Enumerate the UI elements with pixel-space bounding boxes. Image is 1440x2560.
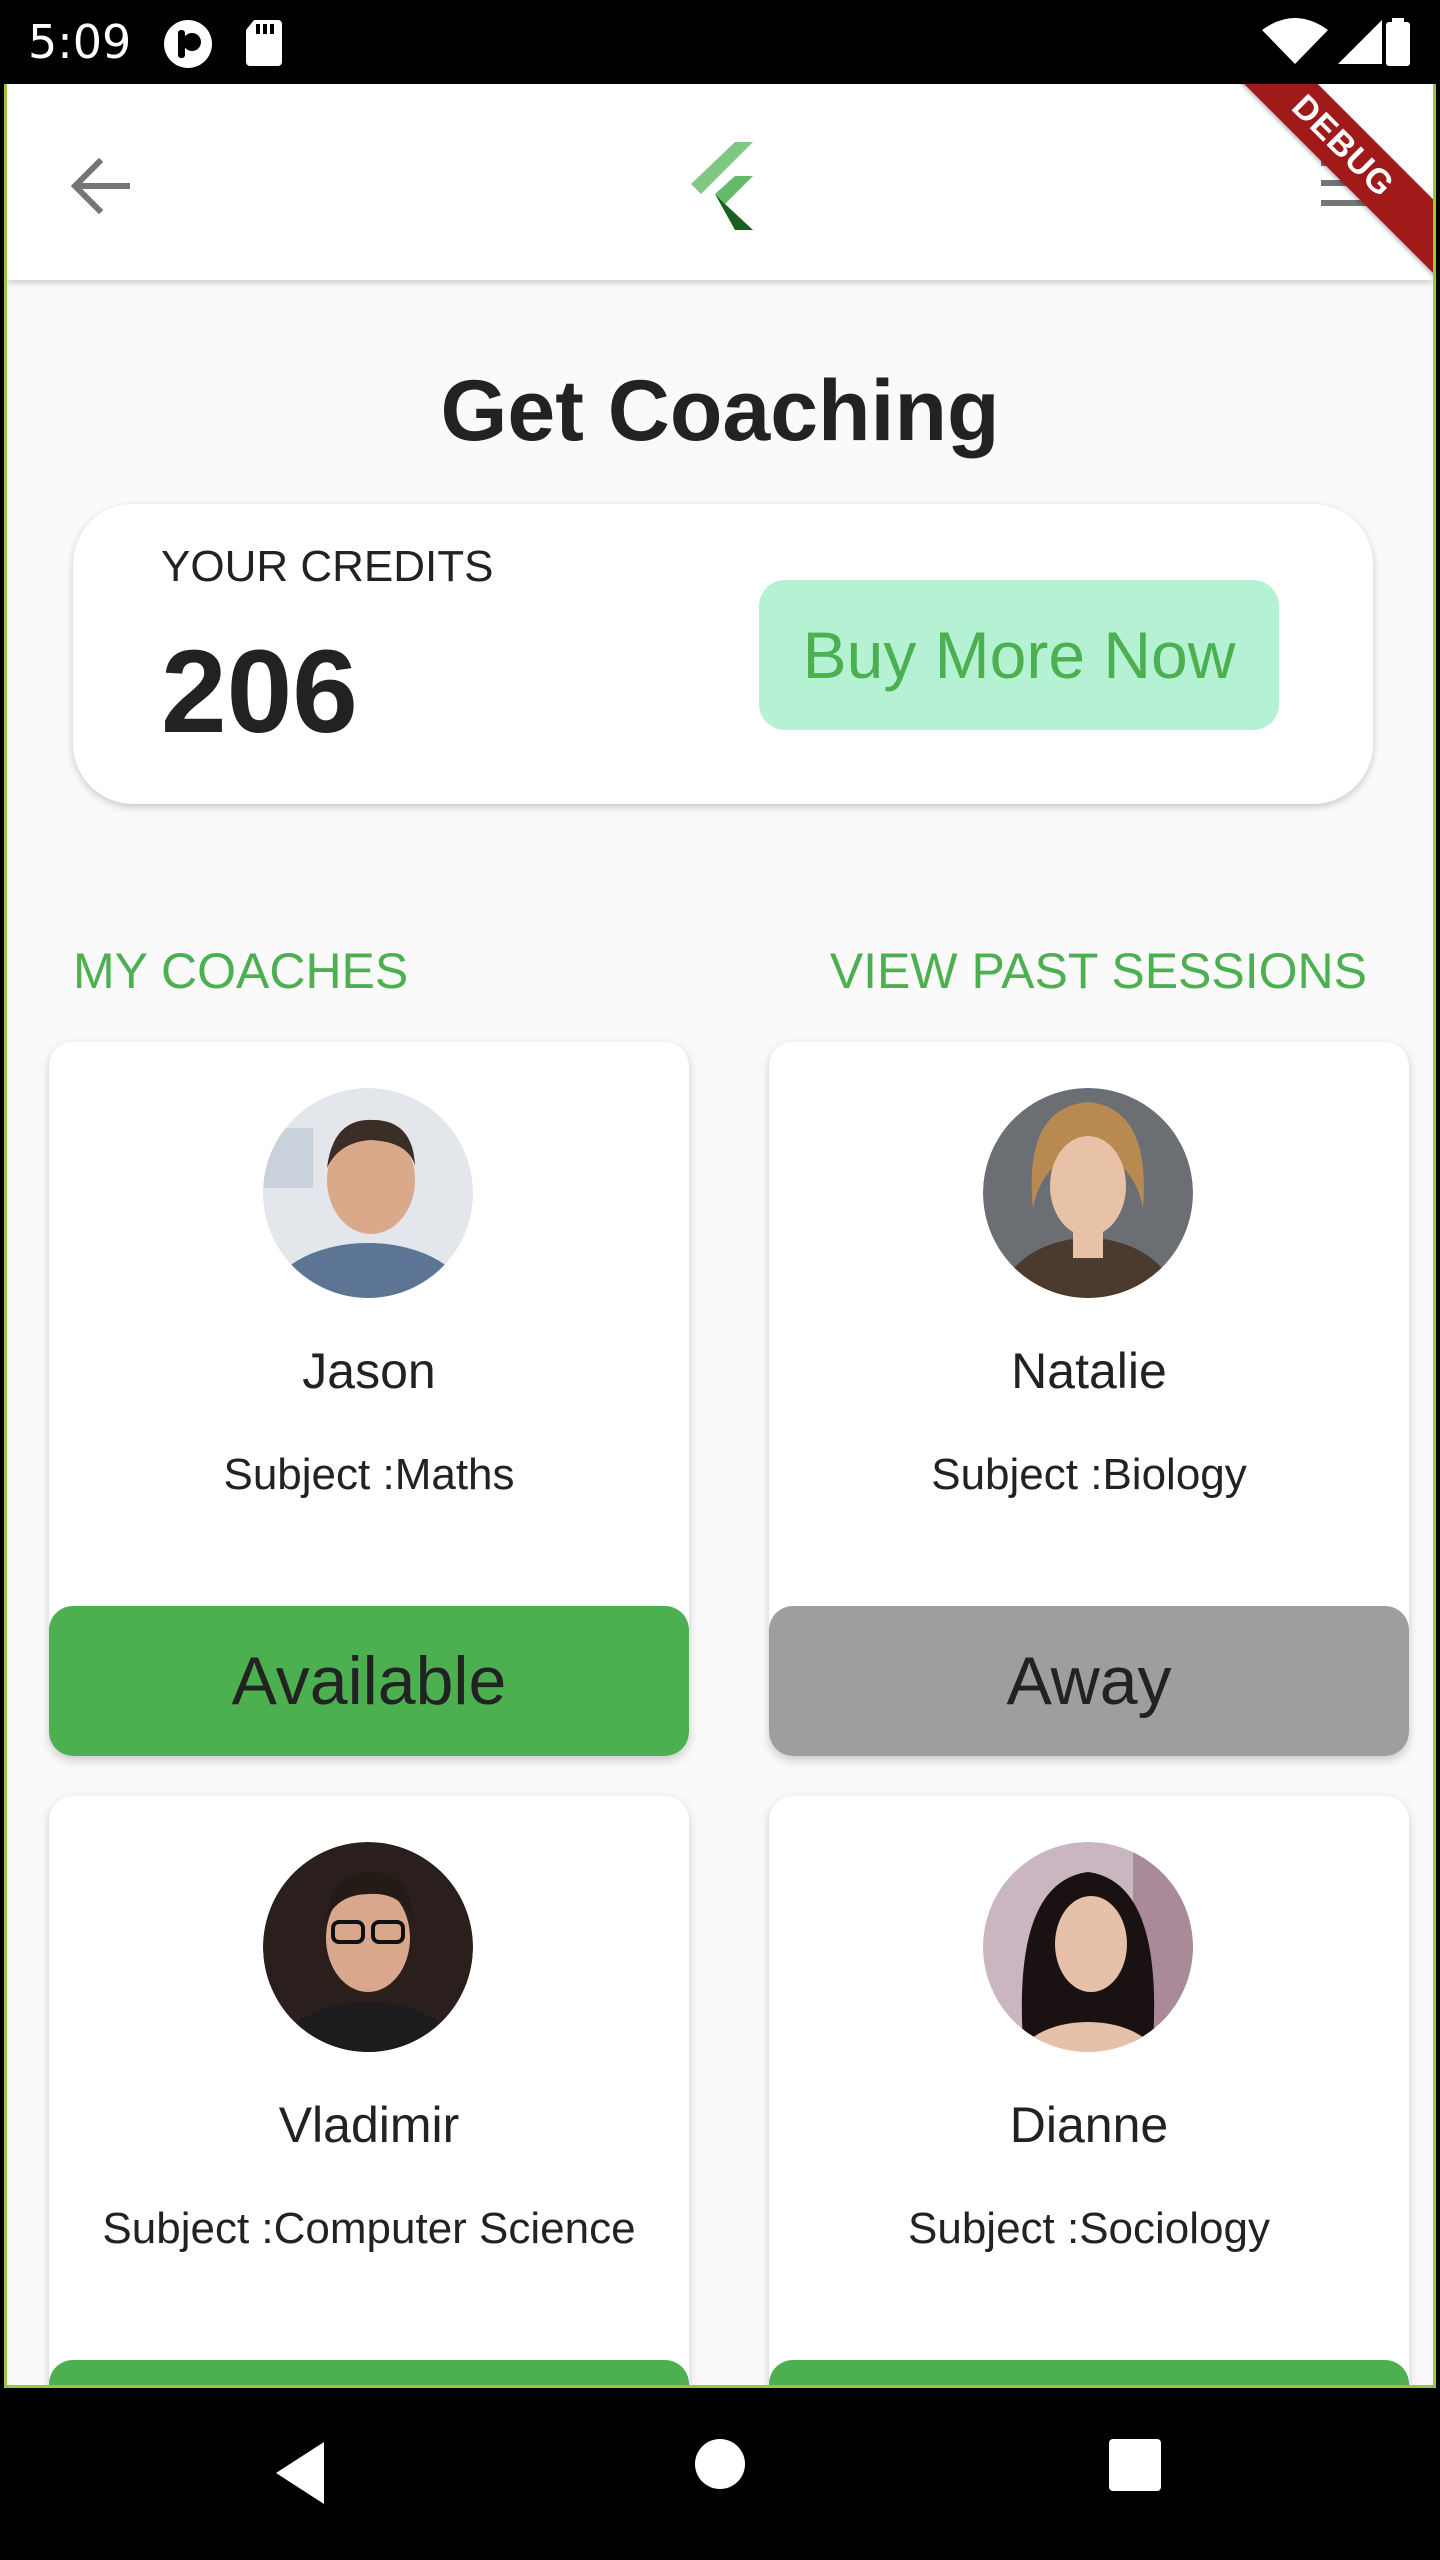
app-screen: DEBUG Get Coaching YOUR CREDITS 206 Buy … xyxy=(4,84,1436,2388)
credits-card: YOUR CREDITS 206 Buy More Now xyxy=(73,504,1373,804)
coach-card[interactable]: Dianne Subject :Sociology xyxy=(769,1796,1409,2385)
cell-signal-icon xyxy=(1338,20,1382,64)
notification-app-icon xyxy=(164,20,212,68)
flutter-logo xyxy=(691,142,753,230)
coach-avatar xyxy=(983,1088,1193,1298)
coach-subject: Subject :Computer Science xyxy=(102,2204,636,2253)
credits-value: 206 xyxy=(161,626,358,758)
nav-home-icon[interactable] xyxy=(694,2438,746,2490)
coach-status-button[interactable]: Away xyxy=(769,1606,1409,1756)
coach-card[interactable]: Vladimir Subject :Computer Science xyxy=(49,1796,689,2385)
view-past-sessions-link[interactable]: VIEW PAST SESSIONS xyxy=(830,942,1367,1000)
page-title: Get Coaching xyxy=(440,363,1000,459)
sd-card-icon xyxy=(246,20,282,66)
coach-avatar xyxy=(263,1088,473,1298)
coach-status-button[interactable]: Available xyxy=(49,1606,689,1756)
coach-status-button[interactable] xyxy=(49,2360,689,2385)
my-coaches-link[interactable]: MY COACHES xyxy=(73,942,408,1000)
nav-back-icon[interactable] xyxy=(270,2438,334,2508)
coach-avatar xyxy=(983,1842,1193,2052)
back-arrow-icon[interactable] xyxy=(63,146,143,226)
coach-name: Dianne xyxy=(1009,2097,1169,2153)
buy-more-button[interactable]: Buy More Now xyxy=(759,580,1279,730)
coach-subject: Subject :Maths xyxy=(223,1450,515,1499)
coach-name: Natalie xyxy=(1011,1343,1167,1399)
coach-card[interactable]: Natalie Subject :Biology Away xyxy=(769,1042,1409,1756)
nav-recents-icon[interactable] xyxy=(1108,2438,1162,2492)
status-bar: 5:09 xyxy=(0,0,1440,84)
coach-avatar xyxy=(263,1842,473,2052)
system-nav-bar xyxy=(0,2388,1440,2560)
app-bar xyxy=(7,84,1433,280)
coach-card[interactable]: Jason Subject :Maths Available xyxy=(49,1042,689,1756)
status-time: 5:09 xyxy=(28,15,132,69)
wifi-icon xyxy=(1262,18,1328,64)
coach-name: Jason xyxy=(302,1343,436,1399)
coach-name: Vladimir xyxy=(278,2097,460,2153)
coach-subject: Subject :Biology xyxy=(931,1450,1247,1499)
battery-icon xyxy=(1386,18,1410,66)
coach-subject: Subject :Sociology xyxy=(908,2204,1270,2253)
coach-status-button[interactable] xyxy=(769,2360,1409,2385)
credits-label: YOUR CREDITS xyxy=(161,542,494,591)
